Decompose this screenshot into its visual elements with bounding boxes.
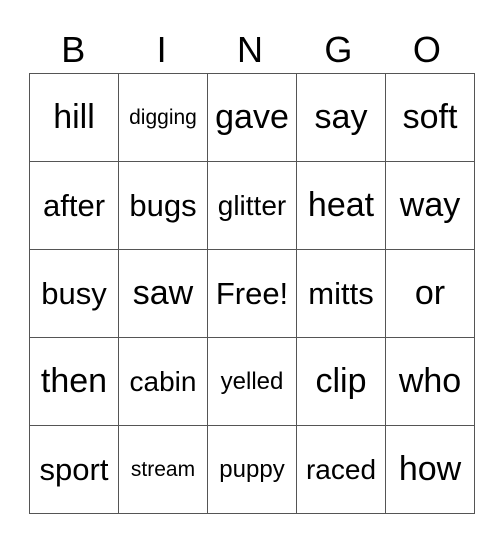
card-cell[interactable]: or: [385, 249, 475, 338]
bingo-header: B I N G O: [29, 28, 471, 72]
card-cell[interactable]: raced: [296, 425, 386, 514]
header-letter-o: O: [412, 29, 441, 70]
bingo-card: hill digging gave say soft after bugs gl…: [29, 73, 475, 514]
card-row: hill digging gave say soft: [29, 73, 475, 162]
card-row: sport stream puppy raced how: [29, 425, 475, 514]
card-cell[interactable]: then: [29, 337, 119, 426]
card-cell[interactable]: say: [296, 73, 386, 162]
header-letter-i: I: [156, 29, 167, 70]
card-cell[interactable]: saw: [118, 249, 208, 338]
card-cell[interactable]: hill: [29, 73, 119, 162]
card-cell[interactable]: gave: [207, 73, 297, 162]
card-cell[interactable]: who: [385, 337, 475, 426]
card-row: then cabin yelled clip who: [29, 337, 475, 426]
free-space-cell[interactable]: Free!: [207, 249, 297, 338]
card-cell[interactable]: stream: [118, 425, 208, 514]
card-cell[interactable]: bugs: [118, 161, 208, 250]
card-cell[interactable]: clip: [296, 337, 386, 426]
card-cell[interactable]: after: [29, 161, 119, 250]
card-cell[interactable]: mitts: [296, 249, 386, 338]
card-cell[interactable]: glitter: [207, 161, 297, 250]
header-letter-g: G: [324, 29, 353, 70]
card-cell[interactable]: puppy: [207, 425, 297, 514]
card-cell[interactable]: cabin: [118, 337, 208, 426]
card-cell[interactable]: yelled: [207, 337, 297, 426]
header-letter-b: B: [61, 29, 86, 70]
card-cell[interactable]: soft: [385, 73, 475, 162]
card-cell[interactable]: how: [385, 425, 475, 514]
card-row: after bugs glitter heat way: [29, 161, 475, 250]
card-cell[interactable]: sport: [29, 425, 119, 514]
card-cell[interactable]: heat: [296, 161, 386, 250]
card-cell[interactable]: way: [385, 161, 475, 250]
card-cell[interactable]: busy: [29, 249, 119, 338]
card-row: busy saw Free! mitts or: [29, 249, 475, 338]
header-letter-n: N: [237, 29, 264, 70]
card-cell[interactable]: digging: [118, 73, 208, 162]
